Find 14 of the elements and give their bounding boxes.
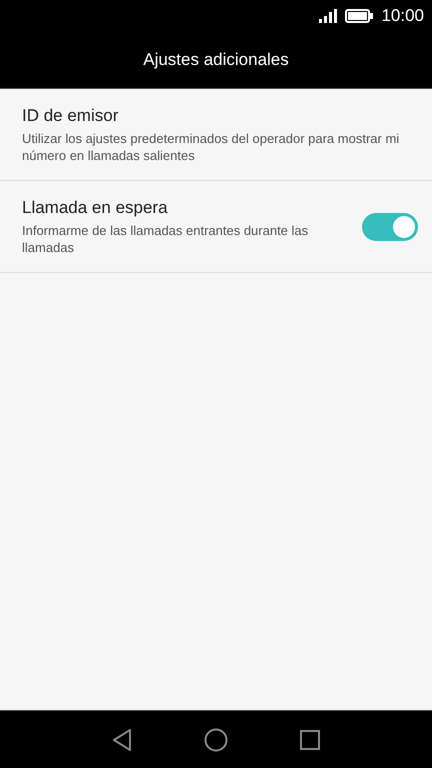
setting-title: Llamada en espera [22, 198, 169, 218]
setting-description: Utilizar los ajustes predeterminados del operador para mostrar mi número en llamadas salientes [22, 130, 400, 164]
screen-title: Ajustes adicionales [143, 50, 289, 70]
settings-item[interactable]: ID de emisor Utilizar los ajustes predeterminados del operador para mostrar mi número en llamadas salientes [0, 89, 432, 181]
home-icon[interactable] [204, 728, 228, 752]
setting-title: ID de emisor [22, 106, 120, 126]
clock-time: 10:00 [381, 6, 424, 26]
settings-item[interactable]: Llamada en espera Informarme de las llamadas entrantes durante las llamadas [0, 181, 432, 273]
back-icon[interactable] [112, 728, 132, 750]
signal-icon [319, 9, 338, 23]
setting-description: Informarme de las llamadas entrantes durante las llamadas [22, 222, 310, 256]
battery-icon [345, 9, 374, 23]
toggle-switch[interactable] [362, 212, 418, 240]
recents-icon[interactable] [300, 730, 320, 750]
